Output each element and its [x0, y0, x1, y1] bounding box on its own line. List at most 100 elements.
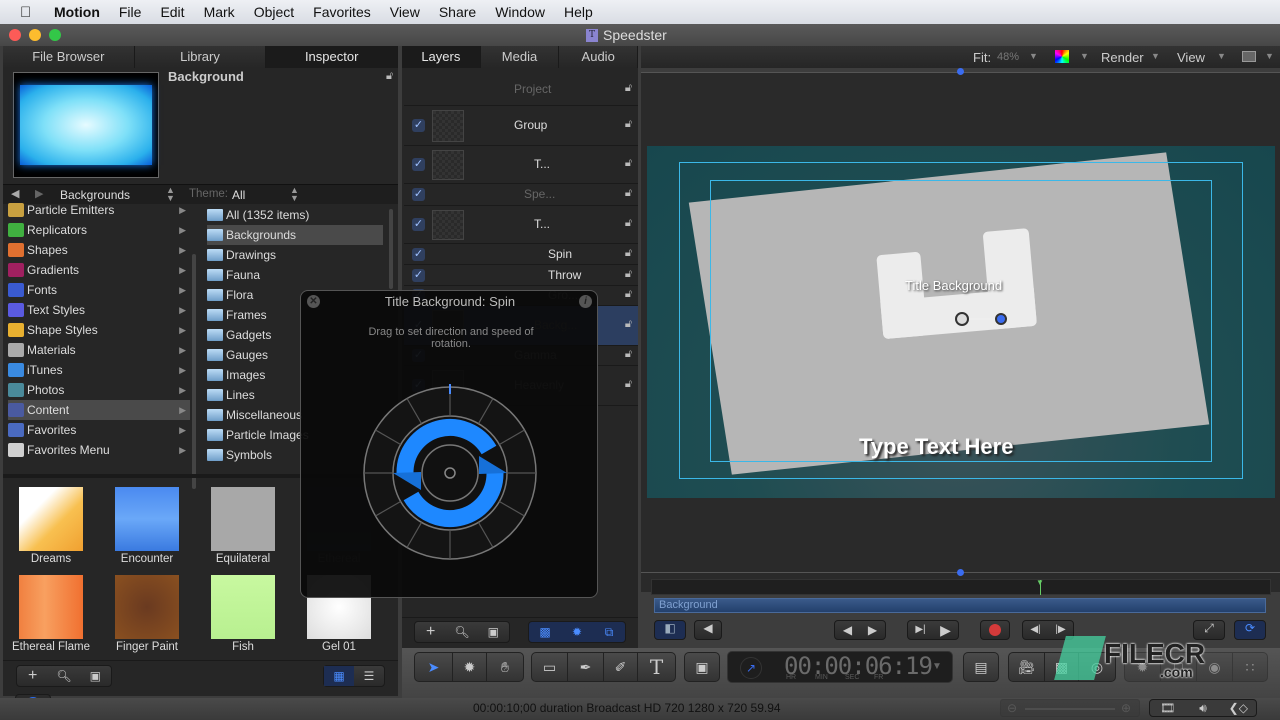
fit-zoom-popup[interactable]: 48%: [997, 51, 1019, 63]
zoom-window-button[interactable]: [49, 29, 61, 41]
menu-window[interactable]: Window: [495, 4, 545, 20]
category-item[interactable]: Favorites Menu ▶: [8, 440, 190, 460]
lock-icon[interactable]: 🔓︎: [625, 157, 632, 170]
paint-brush-icon[interactable]: ✐: [604, 653, 638, 681]
chevron-down-icon[interactable]: ▼: [1151, 51, 1160, 61]
play-from-start-icon[interactable]: ▶|: [908, 621, 933, 639]
pan-hand-icon[interactable]: ✋︎: [487, 653, 523, 681]
layer-visibility-checkbox[interactable]: ✓: [412, 188, 425, 201]
folder-item[interactable]: Backgrounds: [207, 225, 383, 245]
color-channels-icon[interactable]: [1055, 50, 1069, 63]
tab-file-browser[interactable]: File Browser: [3, 46, 135, 68]
lock-icon[interactable]: 🔓︎: [625, 378, 632, 391]
tab-audio[interactable]: Audio: [559, 46, 639, 68]
menu-edit[interactable]: Edit: [160, 4, 184, 20]
loop-playback-icon[interactable]: ⟳: [1234, 620, 1266, 640]
layer-row[interactable]: ✓ T... 🔓︎: [404, 146, 638, 184]
layer-visibility-checkbox[interactable]: ✓: [412, 218, 425, 231]
layer-visibility-checkbox[interactable]: ✓: [412, 119, 425, 132]
layer-row[interactable]: ✓ Spin 🔓︎: [404, 244, 638, 265]
mini-timeline-ruler[interactable]: ▼: [651, 578, 1271, 595]
category-item[interactable]: Favorites ▶: [8, 420, 190, 440]
theme-stepper-icon[interactable]: ▲ ▼: [290, 186, 299, 203]
view-menu[interactable]: View: [1177, 50, 1205, 65]
thumbnail-image[interactable]: [115, 487, 179, 551]
layer-row[interactable]: ✓ T... 🔓︎: [404, 206, 638, 244]
category-scrollbar[interactable]: [192, 254, 196, 489]
folder-item[interactable]: Fauna: [207, 265, 383, 285]
folder-item[interactable]: All (1352 items): [207, 205, 383, 225]
lock-icon[interactable]: 🔓︎: [625, 217, 632, 230]
record-button[interactable]: [980, 620, 1010, 640]
layer-row[interactable]: ✓ Group 🔓︎: [404, 106, 638, 146]
theme-popup[interactable]: All: [232, 188, 245, 202]
go-to-start-icon[interactable]: ◀: [835, 621, 860, 639]
menu-help[interactable]: Help: [564, 4, 593, 20]
toggle-timing-button[interactable]: ◧: [654, 620, 686, 640]
canvas-area[interactable]: Title Background Type Text Here: [641, 68, 1280, 592]
chevron-down-icon[interactable]: ▼: [1029, 51, 1038, 61]
folder-scrollbar[interactable]: [389, 209, 393, 289]
playhead-marker-bottom[interactable]: [957, 569, 964, 576]
menu-mark[interactable]: Mark: [204, 4, 235, 20]
pen-tool-icon[interactable]: ✒: [568, 653, 604, 681]
timeline-zoom-slider[interactable]: ⊖ ⊕: [1000, 699, 1140, 717]
back-arrow-icon[interactable]: ◀: [11, 187, 19, 200]
zoom-in-icon[interactable]: ⊕: [1121, 701, 1131, 715]
step-back-icon[interactable]: ◀|: [1023, 621, 1048, 639]
timecode-chevron-icon[interactable]: ▼: [932, 661, 942, 672]
zoom-out-icon[interactable]: ⊖: [1007, 701, 1017, 715]
show-masks-icon[interactable]: ▩: [529, 622, 561, 642]
tab-inspector[interactable]: Inspector: [266, 46, 399, 68]
play-icon[interactable]: ▶: [933, 621, 958, 639]
show-behaviors-icon[interactable]: ✹: [561, 622, 593, 642]
grid-view-icon[interactable]: ▦: [324, 666, 354, 686]
menu-share[interactable]: Share: [439, 4, 476, 20]
category-item[interactable]: Materials ▶: [8, 340, 190, 360]
hud-info-icon[interactable]: i: [579, 295, 592, 308]
spin-rotation-handle[interactable]: [995, 313, 1007, 325]
rectangle-tool-icon[interactable]: ▭: [532, 653, 568, 681]
tab-layers[interactable]: Layers: [402, 46, 481, 68]
text-tool-icon[interactable]: T: [638, 653, 675, 681]
select-tool-icon[interactable]: ➤: [415, 653, 453, 681]
canvas-text[interactable]: Type Text Here: [859, 434, 1013, 460]
playhead-icon[interactable]: ▼: [1036, 578, 1044, 587]
tab-library[interactable]: Library: [134, 46, 267, 68]
thumbnail-image[interactable]: [19, 575, 83, 639]
filmstrip-icon[interactable]: 🎞︎: [1150, 700, 1185, 716]
lock-icon[interactable]: 🔓︎: [625, 82, 632, 95]
folder-item[interactable]: Drawings: [207, 245, 383, 265]
category-item[interactable]: Fonts ▶: [8, 280, 190, 300]
lock-icon[interactable]: 🔓︎: [625, 288, 632, 301]
add-camera-icon[interactable]: 🎥︎: [1009, 653, 1045, 681]
layer-preview-icon[interactable]: ▣: [478, 622, 509, 642]
go-to-end-icon[interactable]: ▶: [860, 621, 885, 639]
hud-toggle-icon[interactable]: ▤: [964, 653, 998, 681]
mute-icon[interactable]: ◀: [694, 620, 722, 640]
lock-icon[interactable]: 🔓︎: [625, 318, 632, 331]
add-icon[interactable]: +: [17, 666, 48, 686]
spin-center-handle[interactable]: [955, 312, 969, 326]
chevron-down-icon[interactable]: ▼: [1217, 51, 1226, 61]
category-item[interactable]: Gradients ▶: [8, 260, 190, 280]
thumbnail-image[interactable]: [211, 487, 275, 551]
category-item[interactable]: Text Styles ▶: [8, 300, 190, 320]
tab-media[interactable]: Media: [480, 46, 560, 68]
thumbnail-image[interactable]: [115, 575, 179, 639]
keyframes-icon[interactable]: ❮◇: [1221, 700, 1256, 716]
layer-row[interactable]: ✓ Throw 🔓︎: [404, 265, 638, 286]
timeline-layer-bar[interactable]: Background: [654, 598, 1266, 613]
chevron-down-icon[interactable]: ▼: [1080, 51, 1089, 61]
preview-icon[interactable]: ▣: [80, 666, 111, 686]
thumbnail-image[interactable]: [19, 487, 83, 551]
menu-view[interactable]: View: [390, 4, 420, 20]
search-layers-icon[interactable]: 🔍︎: [446, 622, 477, 642]
category-item[interactable]: iTunes ▶: [8, 360, 190, 380]
category-item[interactable]: Particle Emitters ▶: [8, 200, 190, 220]
menu-object[interactable]: Object: [254, 4, 294, 20]
show-filters-icon[interactable]: ⧉: [593, 622, 625, 642]
menu-favorites[interactable]: Favorites: [313, 4, 371, 20]
layer-visibility-checkbox[interactable]: ✓: [412, 247, 425, 261]
3d-transform-icon[interactable]: ✹: [453, 653, 487, 681]
